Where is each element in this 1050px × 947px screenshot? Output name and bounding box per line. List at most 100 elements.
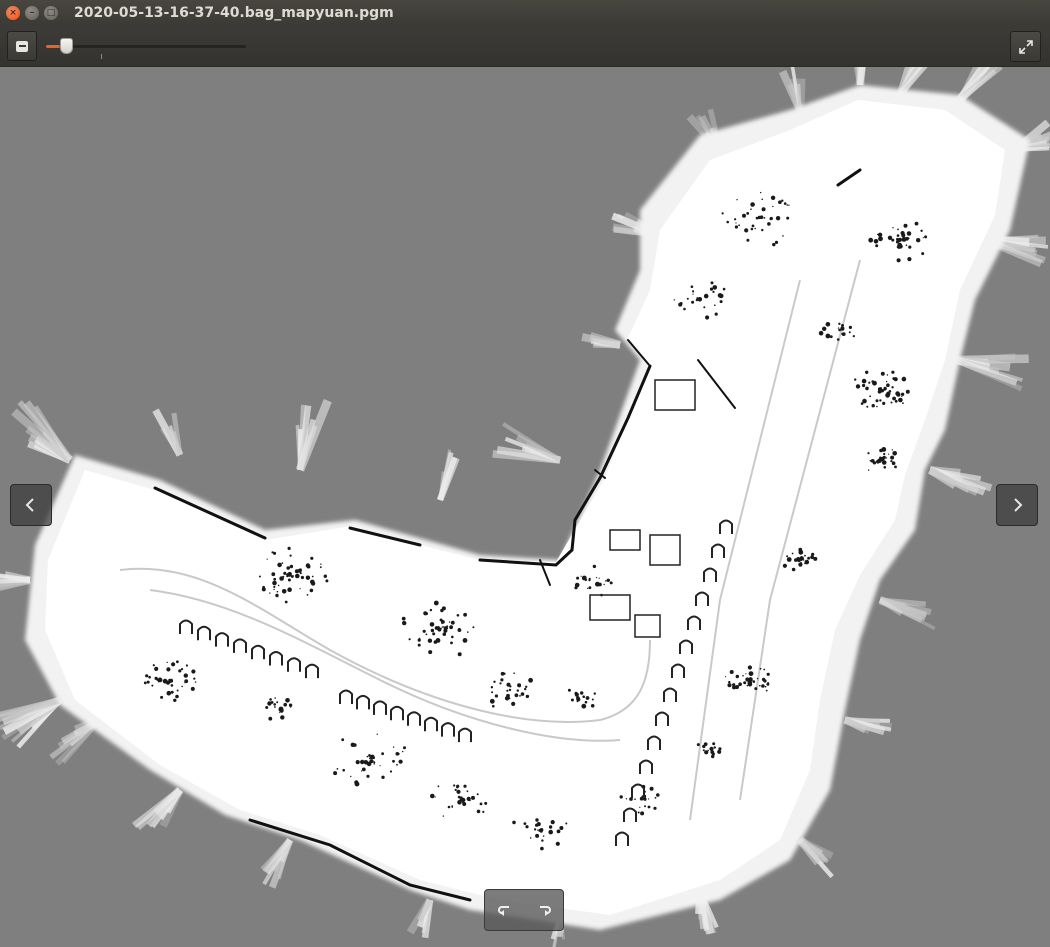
obstacle-speck (541, 839, 544, 842)
rotate-left-button[interactable] (489, 894, 521, 926)
obstacle-speck (865, 386, 869, 391)
obstacle-speck (639, 806, 641, 809)
obstacle-speck (890, 455, 895, 460)
laser-ray (856, 67, 866, 86)
obstacle-speck (556, 829, 561, 834)
obstacle-speck (288, 703, 293, 707)
obstacle-speck (183, 673, 188, 678)
obstacle-speck (287, 587, 292, 592)
obstacle-speck (888, 390, 892, 393)
obstacle-speck (537, 829, 539, 831)
obstacle-speck (868, 381, 871, 384)
obstacle-speck (433, 640, 438, 644)
obstacle-speck (523, 822, 527, 825)
obstacle-speck (772, 205, 774, 208)
obstacle-speck (595, 581, 600, 587)
obstacle-speck (619, 795, 623, 799)
obstacle-speck (837, 327, 840, 329)
obstacle-speck (581, 575, 587, 581)
obstacle-speck (148, 675, 151, 679)
obstacle-speck (494, 694, 498, 698)
obstacle-speck (471, 795, 475, 800)
obstacle-speck (442, 815, 445, 817)
obstacle-speck (300, 575, 304, 580)
obstacle-speck (798, 547, 803, 552)
obstacle-speck (456, 784, 460, 788)
obstacle-speck (178, 669, 182, 673)
obstacle-speck (885, 457, 887, 459)
fullscreen-button[interactable] (1010, 31, 1041, 62)
obstacle-speck (176, 660, 179, 664)
obstacle-speck (281, 589, 287, 594)
obstacle-speck (735, 674, 739, 679)
obstacle-speck (448, 621, 451, 623)
rotate-right-button[interactable] (528, 894, 560, 926)
obstacle-speck (484, 801, 488, 805)
obstacle-speck (867, 469, 870, 471)
obstacle-speck (902, 402, 904, 404)
obstacle-speck (429, 622, 435, 627)
zoom-slider-track (46, 45, 246, 48)
obstacle-speck (750, 202, 755, 207)
minimize-window-button[interactable]: – (25, 6, 39, 20)
obstacle-speck (432, 632, 436, 636)
obstacle-speck (727, 683, 732, 688)
obstacle-speck (691, 300, 695, 304)
obstacle-speck (718, 747, 722, 751)
obstacle-speck (143, 681, 147, 685)
obstacle-speck (871, 380, 874, 383)
obstacle-speck (425, 612, 428, 616)
obstacle-speck (513, 672, 515, 674)
zoom-slider-handle[interactable] (60, 38, 73, 54)
obstacle-speck (754, 687, 758, 691)
obstacle-speck (866, 405, 869, 408)
obstacle-speck (279, 576, 284, 581)
next-image-button[interactable] (996, 484, 1038, 526)
obstacle-speck (750, 227, 754, 231)
obstacle-speck (744, 228, 749, 233)
obstacle-speck (903, 223, 908, 228)
obstacle-speck (891, 386, 894, 389)
obstacle-speck (922, 237, 924, 239)
close-window-button[interactable]: × (6, 6, 20, 20)
obstacle-speck (156, 678, 159, 682)
obstacle-speck (871, 404, 875, 408)
image-viewer[interactable] (0, 67, 1050, 947)
obstacle-speck (580, 575, 582, 577)
previous-image-button[interactable] (10, 484, 52, 526)
obstacle-speck (171, 662, 176, 667)
maximize-window-button[interactable]: □ (44, 6, 58, 20)
obstacle-speck (696, 743, 700, 747)
obstacle-speck (702, 749, 705, 752)
zoom-out-button[interactable] (7, 31, 37, 61)
obstacle-speck (456, 789, 461, 794)
obstacle-speck (442, 632, 447, 636)
obstacle-speck (191, 669, 196, 674)
obstacle-speck (603, 583, 605, 586)
obstacle-speck (310, 579, 315, 585)
obstacle-speck (286, 566, 291, 570)
obstacle-speck (584, 700, 588, 704)
obstacle-speck (702, 744, 706, 749)
obstacle-speck (524, 687, 527, 691)
obstacle-speck (398, 759, 403, 764)
obstacle-speck (355, 781, 358, 784)
obstacle-speck (735, 222, 737, 224)
obstacle-speck (775, 216, 781, 221)
obstacle-speck (479, 802, 483, 806)
obstacle-speck (397, 752, 400, 756)
obstacle-speck (637, 811, 640, 814)
obstacle-speck (565, 822, 568, 825)
obstacle-speck (466, 790, 469, 793)
obstacle-speck (766, 682, 770, 686)
obstacle-speck (724, 676, 727, 678)
obstacle-speck (325, 579, 329, 583)
obstacle-speck (759, 684, 761, 687)
obstacle-speck (585, 696, 590, 700)
window-title: 2020-05-13-16-37-40.bag_mapyuan.pgm (74, 5, 394, 21)
zoom-slider[interactable] (46, 37, 246, 59)
obstacle-speck (894, 399, 898, 403)
obstacle-speck (891, 461, 896, 466)
obstacle-speck (878, 458, 882, 462)
obstacle-speck (454, 788, 457, 792)
